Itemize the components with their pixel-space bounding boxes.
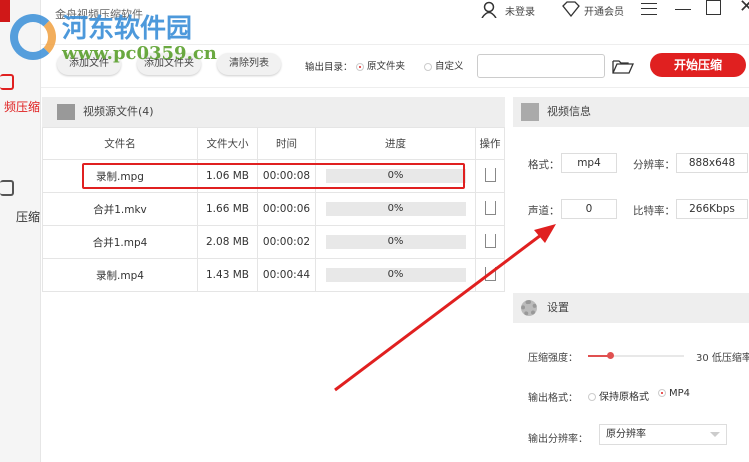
radio-custom[interactable]: 自定义 <box>424 58 464 72</box>
bitrate-value: 266Kbps <box>676 199 748 219</box>
radio-label: 原文件夹 <box>367 61 406 72</box>
select-value: 原分辨率 <box>606 429 646 440</box>
vip-diamond-icon <box>562 1 580 20</box>
output-path-input[interactable] <box>477 54 605 78</box>
radio-mp4[interactable]: MP4 <box>658 388 690 399</box>
file-progress: 0% <box>315 225 476 259</box>
strength-value: 30 <box>696 353 709 364</box>
col-progress: 进度 <box>315 127 476 160</box>
radio-label: 自定义 <box>435 61 464 72</box>
strength-label: 压缩强度： <box>528 353 578 364</box>
sidebar: 频压缩 压缩 <box>0 0 41 462</box>
radio-dot <box>356 62 364 71</box>
file-progress: 0% <box>315 192 476 226</box>
file-name: 录制.mp4 <box>42 258 198 292</box>
file-time: 00:00:02 <box>257 225 316 259</box>
file-time: 00:00:44 <box>257 258 316 292</box>
delete-cell <box>475 225 505 259</box>
radio-dot <box>658 389 666 397</box>
file-size: 2.08 MB <box>197 225 258 259</box>
image-compress-icon <box>0 180 14 196</box>
radio-label: MP4 <box>669 388 691 399</box>
file-progress: 0% <box>315 258 476 292</box>
format-label: 格式： <box>528 159 560 171</box>
vip-link[interactable]: 开通会员 <box>584 3 624 18</box>
channel-label: 声道： <box>528 205 560 217</box>
clear-list-button[interactable]: 清除列表 <box>217 53 281 75</box>
format-value: mp4 <box>561 153 617 173</box>
resolution-label: 分辨率： <box>633 159 675 171</box>
output-format-label: 输出格式： <box>528 393 578 404</box>
col-time: 时间 <box>257 127 316 160</box>
user-icon[interactable] <box>481 1 497 19</box>
login-link[interactable]: 未登录 <box>505 3 535 18</box>
gear-icon <box>521 300 537 316</box>
video-info-panel: 视频信息 格式： mp4 分辨率： 888x648 声道： 0 比特率： 266… <box>513 97 749 219</box>
output-res-select[interactable]: 原分辨率 <box>599 424 727 445</box>
file-size: 1.66 MB <box>197 192 258 226</box>
watermark-url: www.pc0359.cn <box>62 43 217 64</box>
output-res-label: 输出分辨率： <box>528 434 588 445</box>
settings-panel: 设置 压缩强度： 30 低压缩率 输出格式： 保持原格式 MP4 输出分辨率： … <box>513 293 749 462</box>
file-time: 00:00:06 <box>257 192 316 226</box>
folder-open-icon[interactable] <box>612 58 635 77</box>
settings-header: 设置 <box>513 293 749 323</box>
file-name: 合并1.mkv <box>42 192 198 226</box>
file-name: 合并1.mp4 <box>42 225 198 259</box>
progress-bar: 0% <box>325 268 466 282</box>
output-dir-label: 输出目录： <box>305 62 353 73</box>
col-size: 文件大小 <box>197 127 258 160</box>
strength-text: 低压缩率 <box>711 353 749 364</box>
strength-slider[interactable] <box>588 352 684 359</box>
highlight-box <box>82 163 465 189</box>
bitrate-label: 比特率： <box>633 205 675 217</box>
col-action: 操作 <box>475 127 505 160</box>
channel-value: 0 <box>561 199 617 219</box>
file-table: 文件名 文件大小 时间 进度 操作 录制.mpg 1.06 MB 00:00:0… <box>42 127 505 292</box>
delete-cell <box>475 192 505 226</box>
start-compress-button[interactable]: 开始压缩 <box>650 53 746 77</box>
radio-label: 保持原格式 <box>599 392 649 403</box>
sidebar-item-video-compress[interactable]: 频压缩 <box>0 98 40 115</box>
video-info-title: 视频信息 <box>547 105 591 118</box>
file-size: 1.43 MB <box>197 258 258 292</box>
progress-bar: 0% <box>325 202 466 216</box>
video-info-header: 视频信息 <box>513 97 749 127</box>
slider-fill <box>588 355 610 357</box>
radio-keep-format[interactable]: 保持原格式 <box>588 388 649 403</box>
file-list-title: 视频源文件(4) <box>83 105 154 118</box>
table-row[interactable]: 合并1.mp4 2.08 MB 00:00:02 0% <box>42 225 505 259</box>
trash-icon[interactable] <box>484 167 496 182</box>
file-list-header: 视频源文件(4) <box>42 97 505 127</box>
video-file-icon <box>57 104 75 120</box>
trash-icon[interactable] <box>484 200 496 215</box>
settings-title: 设置 <box>547 301 569 314</box>
delete-cell <box>475 159 505 193</box>
close-icon[interactable]: ✕ <box>739 0 749 17</box>
radio-dot <box>424 62 432 71</box>
chevron-down-icon <box>710 432 720 442</box>
radio-source-folder[interactable]: 原文件夹 <box>356 58 405 72</box>
table-row[interactable]: 录制.mp4 1.43 MB 00:00:44 0% <box>42 258 505 292</box>
delete-cell <box>475 258 505 292</box>
file-list-panel: 视频源文件(4) 文件名 文件大小 时间 进度 操作 录制.mpg 1.06 M… <box>42 97 505 292</box>
strength-readout: 30 低压缩率 <box>696 349 749 364</box>
resolution-value: 888x648 <box>676 153 748 173</box>
maximize-icon[interactable] <box>706 0 721 15</box>
sidebar-item-image-compress[interactable]: 压缩 <box>0 208 40 225</box>
minimize-icon[interactable] <box>675 9 691 10</box>
radio-dot <box>588 393 596 401</box>
menu-icon[interactable] <box>641 3 657 15</box>
app-logo <box>0 0 10 22</box>
table-row[interactable]: 合并1.mkv 1.66 MB 00:00:06 0% <box>42 192 505 226</box>
video-compress-icon <box>0 74 14 90</box>
col-name: 文件名 <box>42 127 198 160</box>
slider-handle[interactable] <box>607 352 614 359</box>
watermark-logo <box>10 14 56 60</box>
play-icon <box>521 103 539 121</box>
trash-icon[interactable] <box>484 233 496 248</box>
trash-icon[interactable] <box>484 266 496 281</box>
progress-bar: 0% <box>325 235 466 249</box>
watermark-name: 河东软件园 <box>62 14 193 44</box>
